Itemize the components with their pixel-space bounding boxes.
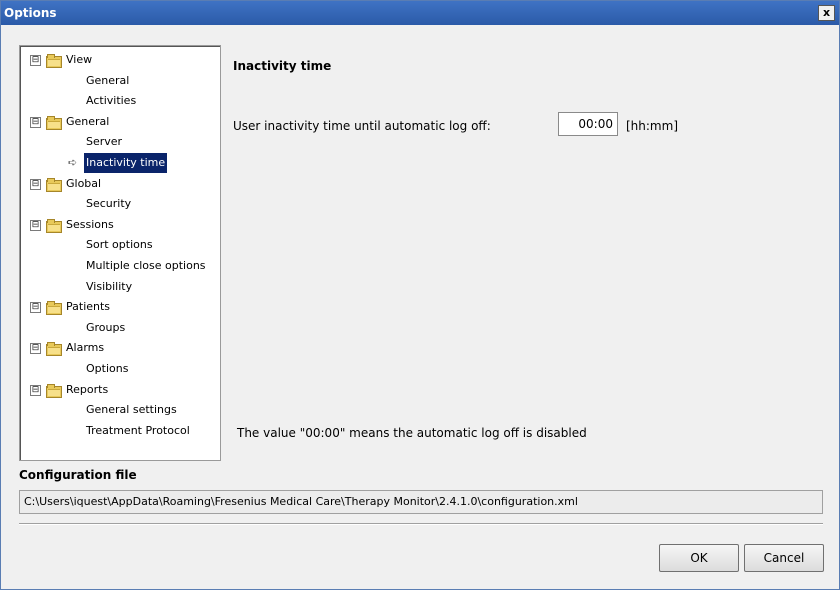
tree-item-label: General settings — [86, 403, 177, 417]
tree-item-label: Multiple close options — [86, 259, 206, 272]
inactivity-time-label: User inactivity time until automatic log… — [233, 119, 491, 133]
collapse-icon[interactable]: ⊟ — [30, 55, 41, 66]
tree-group[interactable]: ⊟ Sessions — [20, 215, 218, 235]
title-bar[interactable]: Options x — [1, 1, 839, 25]
tree-item[interactable]: Treatment Protocol — [20, 421, 218, 441]
collapse-icon[interactable]: ⊟ — [30, 343, 41, 355]
current-arrow-icon: ➪ — [68, 156, 78, 169]
tree-group-label: Alarms — [66, 341, 105, 355]
tree-item[interactable]: Sort options — [20, 235, 218, 255]
tree-group[interactable]: ⊟ Reports — [20, 380, 218, 400]
tree-group[interactable]: ⊟ Alarms — [20, 338, 218, 358]
disabled-note: The value "00:00" means the automatic lo… — [237, 426, 587, 440]
tree-item[interactable]: Options — [20, 359, 218, 379]
tree-group-label: Patients — [66, 300, 111, 314]
folder-icon — [46, 383, 62, 398]
tree-item-label: Treatment Protocol — [86, 423, 190, 437]
tree-item[interactable]: General settings — [20, 400, 218, 420]
tree-group[interactable]: ⊟ View — [20, 50, 218, 70]
tree-group-label: Sessions — [66, 217, 114, 231]
tree-item-label: Security — [86, 197, 132, 211]
tree-item[interactable]: Activities — [20, 91, 218, 111]
inactivity-time-input[interactable] — [558, 112, 618, 136]
window-title: Options — [4, 6, 57, 20]
collapse-icon[interactable]: ⊟ — [30, 219, 41, 231]
tree-group[interactable]: ⊟ Patients — [20, 297, 218, 317]
collapse-icon[interactable]: ⊟ — [30, 116, 41, 128]
tree-item[interactable]: Server — [20, 132, 218, 152]
folder-icon — [46, 115, 62, 130]
tree-group[interactable]: ⊟ Global — [20, 174, 218, 194]
tree-item[interactable]: Visibility — [20, 277, 218, 297]
options-tree[interactable]: ⊟ View General Activities ⊟ General Server ➪ Ina… — [19, 45, 221, 461]
tree-group-label: Reports — [66, 382, 109, 396]
tree-group-label: General — [66, 114, 110, 128]
tree-group-label: View — [66, 53, 93, 66]
tree-group[interactable]: ⊟ General — [20, 112, 218, 132]
tree-item[interactable]: Groups — [20, 318, 218, 338]
separator — [19, 523, 823, 525]
configuration-file-label: Configuration file — [19, 468, 137, 482]
cancel-button[interactable]: Cancel — [744, 544, 824, 572]
tree-item-label: Inactivity time — [84, 153, 168, 173]
folder-icon — [46, 177, 62, 192]
collapse-icon[interactable]: ⊟ — [30, 384, 41, 396]
options-dialog: Options x ⊟ View General Activities ⊟ General… — [0, 0, 840, 590]
time-unit-label: [hh:mm] — [626, 119, 678, 133]
folder-icon — [46, 301, 62, 316]
ok-button[interactable]: OK — [659, 544, 739, 572]
configuration-file-path: C:\Users\iquest\AppData\Roaming\Freseniu… — [19, 490, 823, 514]
collapse-icon[interactable]: ⊟ — [30, 178, 41, 190]
tree-group-label: Global — [66, 176, 102, 190]
tree-item-label: General — [86, 73, 130, 87]
tree-item-label: Options — [86, 362, 129, 375]
collapse-icon[interactable]: ⊟ — [30, 302, 41, 314]
tree-item-label: Visibility — [86, 279, 133, 293]
tree-item[interactable]: ➪ Inactivity time — [20, 153, 218, 173]
folder-icon — [46, 54, 62, 68]
tree-item[interactable]: Security — [20, 194, 218, 214]
tree-item-label: Activities — [86, 94, 137, 108]
tree-item-label: Server — [86, 135, 123, 149]
panel-title: Inactivity time — [233, 59, 332, 73]
folder-icon — [46, 218, 62, 233]
tree-item[interactable]: General — [20, 71, 218, 91]
folder-icon — [46, 342, 62, 357]
close-button[interactable]: x — [818, 5, 835, 21]
tree-item[interactable]: Multiple close options — [20, 256, 218, 276]
tree-item-label: Groups — [86, 320, 126, 334]
tree-item-label: Sort options — [86, 238, 153, 252]
